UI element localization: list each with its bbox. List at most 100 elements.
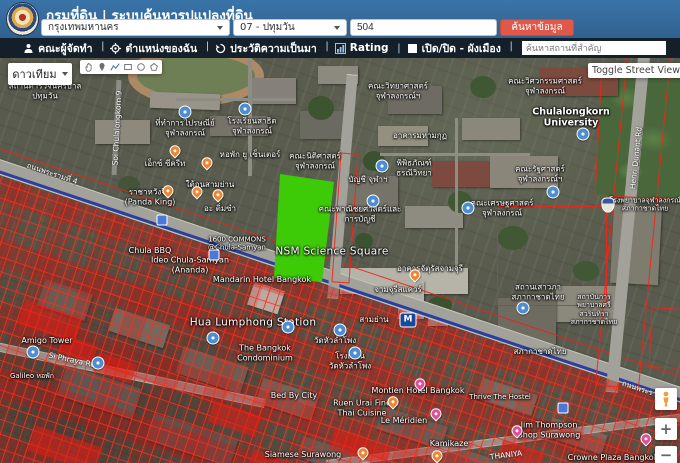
poi-marker[interactable]	[376, 160, 389, 173]
search-data-button[interactable]: ค้นหาข้อมูล	[500, 19, 574, 36]
map-place-label: บัญชี จุฬาฯ	[348, 175, 387, 185]
transit-stop-icon[interactable]	[209, 250, 220, 261]
transit-stop-icon[interactable]	[157, 215, 168, 226]
map-place-label: หอพัก ยู เซ็นเตอร์	[220, 150, 281, 160]
poi-marker[interactable]	[207, 332, 220, 345]
poi-marker[interactable]	[282, 321, 295, 334]
building	[470, 76, 496, 98]
transit-stop-icon[interactable]	[558, 403, 569, 414]
map-place-label: คณะพาณิชยศาสตร์และการบัญชี	[319, 204, 402, 223]
map-place-label: The BangkokCondominium	[237, 343, 293, 362]
poi-marker[interactable]	[92, 357, 105, 370]
menu-item-cityplan-toggle[interactable]: เปิด/ปิด - ผังเมือง	[398, 40, 510, 57]
district-select[interactable]: 07 - ปทุมวัน	[233, 19, 347, 36]
draw-polygon-icon[interactable]	[149, 62, 159, 72]
zoom-out-button[interactable]: −	[655, 446, 677, 463]
draw-circle-icon[interactable]	[136, 62, 146, 72]
building	[462, 118, 520, 140]
pegman-control[interactable]	[655, 388, 677, 410]
map-place-label: อาคารมหามกุฏ	[393, 131, 447, 141]
map-place-label: Le Méridien	[381, 416, 427, 426]
menu-item-label: เปิด/ปิด - ผังเมือง	[422, 40, 501, 57]
building	[95, 120, 150, 144]
chevron-down-icon	[334, 26, 340, 30]
poi-marker[interactable]	[239, 103, 252, 116]
map-place-label: Bed By City	[271, 391, 317, 401]
map-place-label: Jim ThompsonShop Surawong	[518, 420, 581, 439]
checkbox-icon[interactable]	[407, 43, 418, 54]
district-select-value: 07 - ปทุมวัน	[240, 20, 295, 35]
map-place-label: คณะรัฐศาสตร์จุฬาลงกรณ์ฯ	[515, 164, 565, 183]
poi-marker[interactable]	[179, 106, 192, 119]
menu-bar: คณะผู้จัดทำ ตำแหน่งของฉัน ประวัติความเป็…	[0, 38, 680, 58]
poi-marker[interactable]	[334, 324, 347, 337]
map-place-label: ที่ทำการไปรษณีย์จุฬาลงกรณ์	[155, 118, 214, 137]
province-select[interactable]: กรุงเทพมหานคร	[41, 19, 230, 36]
menu-item-my-location[interactable]: ตำแหน่งของฉัน	[101, 40, 206, 57]
menu-item-team[interactable]: คณะผู้จัดทำ	[14, 40, 101, 57]
map-place-label: Ruen Urai FineThai Cuisine	[333, 398, 391, 417]
app-header: กรมที่ดิน | ระบบค้นหารูปแปลงที่ดิน กรุงเ…	[0, 0, 680, 38]
map-place-label: อาคารจัตุรัสจามจุรี	[397, 264, 463, 274]
map-place-label: Kamikaze	[430, 439, 469, 449]
toggle-street-view-button[interactable]: Toggle Street View	[588, 63, 680, 78]
map-type-label: ดาวเทียม	[12, 65, 56, 83]
person-icon	[23, 43, 34, 54]
poi-marker[interactable]	[367, 195, 380, 208]
map-place-label: คณะนิติศาสตร์จุฬาลงกรณ์	[289, 151, 341, 170]
menu-item-label: Rating	[350, 42, 389, 54]
map-place-label: สถานเสาวภาสภากาชาดไทย	[511, 282, 564, 301]
poi-marker[interactable]	[27, 346, 40, 359]
chevron-down-icon	[62, 72, 68, 76]
poi-marker[interactable]	[577, 128, 590, 141]
map-place-label: Crowne Plaza Bangkok	[568, 453, 659, 463]
history-icon	[215, 43, 226, 54]
map-place-label: Siamese Surawong	[265, 450, 341, 460]
map-place-label: Thrive The Hostel	[469, 393, 531, 401]
map-place-label: Chula BBQ	[129, 246, 172, 256]
map-place-label: พิพิธภัณฑ์ธรณีวิทยา	[396, 158, 432, 177]
my-location-icon	[110, 43, 121, 54]
menu-item-history[interactable]: ประวัติความเป็นมา	[206, 40, 326, 57]
poi-marker[interactable]	[462, 202, 475, 215]
pan-hand-icon[interactable]	[84, 62, 94, 72]
poi-marker[interactable]	[547, 186, 560, 199]
campus-path	[380, 153, 530, 156]
campus-path	[176, 98, 296, 101]
map-place-label: สภากาชาดไทย	[513, 347, 566, 357]
campus-path	[455, 118, 458, 268]
map-place-label: คณะวิศวกรรมศาสตร์จุฬาลงกรณ์	[508, 76, 582, 95]
chevron-down-icon	[217, 26, 223, 30]
map-place-label: สถาบันการพยาบาลศรีสวรินทิราสภากาชาดไทย	[571, 293, 617, 327]
route-shield-icon	[602, 198, 615, 213]
map-place-label: วัดหัวลำโพง	[314, 336, 356, 346]
map-place-label: ChulalongkornUniversity	[532, 107, 610, 130]
map-place-label: โรงพยาบาลจุฬาลงกรณ์สภากาชาดไทย	[609, 197, 680, 214]
poi-marker[interactable]	[349, 347, 362, 360]
map-place-label: สามย่าน	[359, 315, 388, 325]
pegman-icon	[660, 391, 672, 407]
map-place-label: จามจุรีสแควร์	[374, 285, 422, 295]
map-place-label: Hua Lumphong Station	[190, 317, 317, 330]
map-place-label: อะ ติ่มซำ	[204, 204, 236, 214]
map-type-button[interactable]: ดาวเทียม	[8, 63, 72, 85]
mrt-station-icon[interactable]: M	[400, 313, 417, 328]
department-logo	[6, 2, 39, 36]
place-search-input[interactable]	[522, 41, 666, 55]
draw-polyline-icon[interactable]	[110, 62, 120, 72]
zoom-in-button[interactable]: +	[655, 418, 677, 440]
parcel-number-input[interactable]	[350, 19, 497, 36]
chart-icon	[335, 43, 346, 54]
menu-item-label: ตำแหน่งของฉัน	[125, 40, 197, 57]
map-place-label: NSM Science Square	[275, 246, 388, 259]
poi-marker[interactable]	[517, 302, 530, 315]
cadastral-parcel-outline	[648, 307, 680, 369]
building	[308, 96, 334, 120]
menu-item-rating[interactable]: Rating	[326, 42, 398, 54]
draw-marker-icon[interactable]	[97, 62, 107, 72]
map-canvas[interactable]: สถานีตำรวจนครบาลปทุมวันที่ทำการไปรษณีย์จ…	[0, 58, 680, 463]
province-select-value: กรุงเทพมหานคร	[48, 20, 119, 35]
drawing-toolbar	[80, 60, 162, 74]
draw-rectangle-icon[interactable]	[123, 62, 133, 72]
map-place-label: เอ็กซ์ ซีครีท	[145, 159, 186, 169]
